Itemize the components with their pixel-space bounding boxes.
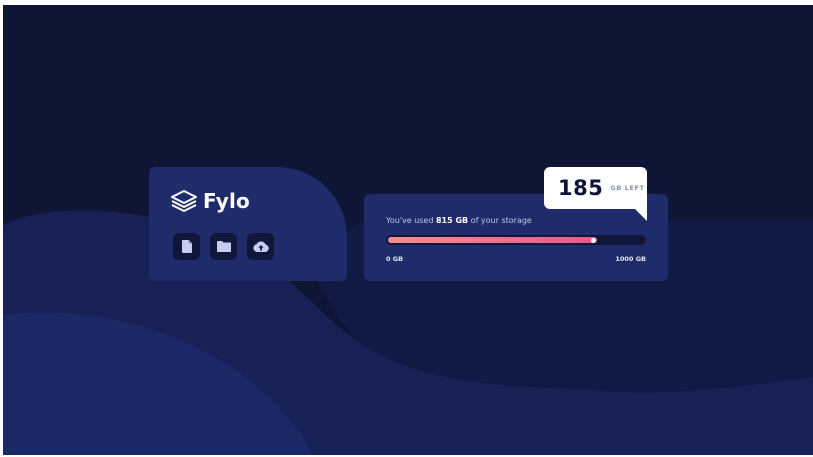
brand-card: Fylo: [149, 167, 347, 281]
storage-progress-fill: [388, 237, 597, 243]
bubble-tail: [635, 209, 647, 221]
scale-min-label: 0 GB: [386, 255, 404, 263]
usage-summary: You've used 815 GB of your storage: [386, 216, 532, 225]
folder-icon: [216, 241, 231, 252]
folder-button[interactable]: [210, 233, 237, 260]
remaining-unit: GB LEFT: [610, 184, 645, 192]
remaining-storage-bubble: 185 GB LEFT: [544, 167, 647, 221]
remaining-number: 185: [558, 176, 604, 200]
app-background: Fylo You've used 815 GB of your storage …: [3, 5, 813, 455]
layers-icon: [171, 190, 197, 212]
upload-button[interactable]: [247, 233, 274, 260]
document-icon: [181, 240, 192, 253]
usage-prefix: You've used: [386, 216, 436, 225]
brand-name: Fylo: [203, 189, 251, 213]
fylo-logo: Fylo: [171, 189, 250, 213]
action-buttons: [173, 233, 274, 260]
progress-knob: [590, 237, 596, 243]
usage-suffix: of your storage: [468, 216, 532, 225]
cloud-upload-icon: [252, 241, 269, 252]
document-button[interactable]: [173, 233, 200, 260]
storage-progress-track: [386, 235, 646, 245]
usage-amount: 815 GB: [435, 216, 469, 225]
scale-max-label: 1000 GB: [615, 255, 646, 263]
